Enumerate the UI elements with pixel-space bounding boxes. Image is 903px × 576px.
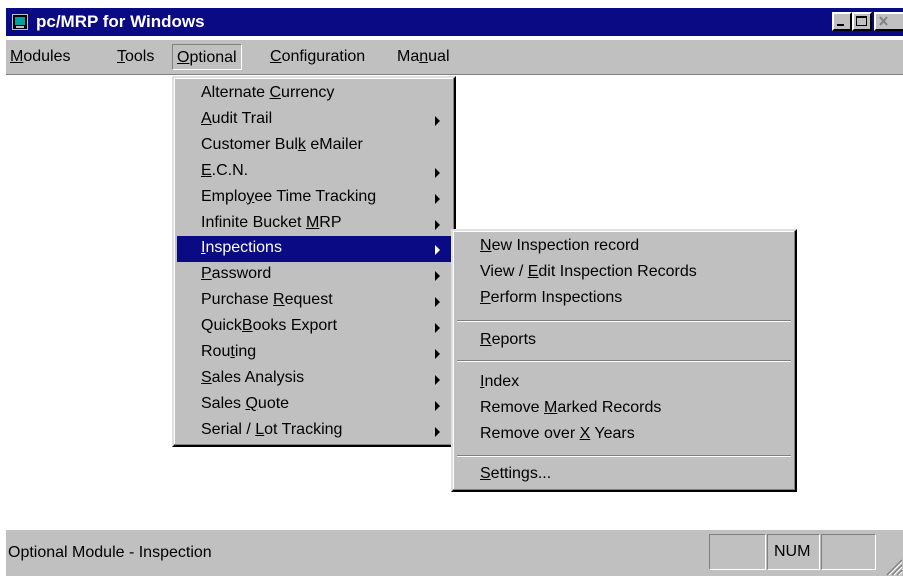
optional-menu-item[interactable]: Sales Quote bbox=[177, 392, 451, 418]
menu-item-label: Sales Quote bbox=[201, 394, 290, 412]
resize-grip-icon[interactable] bbox=[881, 554, 903, 576]
optional-menu-item[interactable]: Purchase Request bbox=[177, 288, 451, 314]
menu-item-label: Reports bbox=[480, 331, 537, 348]
menu-item-label: Employee Time Tracking bbox=[201, 187, 377, 205]
menu-modules[interactable]: Modules bbox=[10, 48, 70, 66]
status-text: Optional Module - Inspection bbox=[8, 544, 212, 561]
submenu-arrow-icon bbox=[435, 426, 440, 437]
menu-label: Manual bbox=[397, 48, 450, 65]
menu-item-label: New Inspection record bbox=[480, 237, 640, 254]
maximize-button[interactable] bbox=[852, 12, 872, 31]
menu-item-label: Perform Inspections bbox=[480, 289, 623, 306]
menu-optional[interactable]: Optional bbox=[172, 44, 242, 70]
inspections-submenu: New Inspection record View / Edit Inspect… bbox=[451, 229, 797, 492]
title-bar[interactable]: pc/MRP for Windows bbox=[6, 8, 903, 36]
menu-item-label: View / Edit Inspection Records bbox=[480, 263, 697, 280]
submenu-arrow-icon bbox=[435, 323, 440, 334]
minimize-button[interactable] bbox=[832, 12, 852, 31]
menu-item-label: Inspections bbox=[201, 239, 282, 257]
optional-menu-item[interactable]: Customer Bulk eMailer bbox=[177, 133, 451, 159]
menu-item-label: Remove Marked Records bbox=[480, 399, 662, 416]
submenu-arrow-icon bbox=[435, 193, 440, 204]
menu-item-label: Settings... bbox=[480, 465, 552, 482]
menu-item-label: Password bbox=[201, 265, 272, 283]
optional-menu-item[interactable]: Alternate Currency bbox=[177, 81, 451, 107]
submenu-arrow-icon bbox=[435, 349, 440, 359]
inspections-menu-item[interactable]: Remove over X Years bbox=[456, 422, 792, 448]
optional-menu-item[interactable]: Employee Time Tracking bbox=[177, 185, 451, 211]
menu-item-label: E.C.N. bbox=[201, 161, 249, 179]
inspections-menu-item[interactable]: Settings... bbox=[456, 462, 792, 488]
inspections-menu-item[interactable]: New Inspection record bbox=[456, 234, 792, 260]
menu-item-label: Alternate Currency bbox=[201, 84, 335, 101]
submenu-arrow-icon bbox=[435, 219, 440, 230]
inspections-menu-item[interactable]: Remove Marked Records bbox=[456, 396, 792, 422]
status-bar: Optional Module - Inspection NUM bbox=[6, 529, 903, 576]
optional-menu-item[interactable]: Password bbox=[177, 262, 451, 288]
menu-label: Optional bbox=[177, 49, 237, 66]
submenu-arrow-icon bbox=[435, 374, 440, 385]
close-button[interactable] bbox=[874, 12, 903, 31]
optional-menu-item[interactable]: Routing bbox=[177, 340, 451, 366]
submenu-arrow-icon bbox=[435, 115, 440, 126]
app-window: pc/MRP for Windows Modules Tools Optiona… bbox=[0, 0, 903, 576]
menu-tools[interactable]: Tools bbox=[117, 48, 154, 66]
menu-item-label: Index bbox=[480, 373, 520, 390]
menu-item-label: Remove over X Years bbox=[480, 425, 635, 442]
optional-menu-item[interactable]: Infinite Bucket MRP bbox=[177, 211, 451, 237]
maximize-icon bbox=[856, 16, 867, 26]
menu-manual[interactable]: Manual bbox=[397, 48, 450, 66]
app-icon[interactable] bbox=[12, 14, 28, 30]
menu-configuration[interactable]: Configuration bbox=[270, 48, 365, 66]
optional-menu-item[interactable]: E.C.N. bbox=[177, 159, 451, 185]
submenu-arrow-icon bbox=[435, 245, 440, 256]
menu-item-label: Serial / Lot Tracking bbox=[201, 420, 343, 438]
optional-menu-item[interactable]: QuickBooks Export bbox=[177, 314, 451, 340]
inspections-menu-item[interactable]: View / Edit Inspection Records bbox=[456, 260, 792, 286]
num-lock-indicator: NUM bbox=[774, 543, 811, 560]
menu-item-label: Sales Analysis bbox=[201, 368, 305, 386]
status-panel-caps bbox=[709, 534, 766, 570]
minimize-icon bbox=[837, 24, 844, 26]
inspections-menu-item[interactable]: Perform Inspections bbox=[456, 286, 792, 312]
optional-menu-item[interactable]: Sales Analysis bbox=[177, 366, 451, 392]
status-panel-scroll bbox=[821, 534, 876, 570]
inspections-menu-item[interactable]: Index bbox=[456, 370, 792, 396]
menu-separator bbox=[457, 360, 791, 362]
menu-label: Tools bbox=[117, 48, 155, 65]
menu-item-label: Routing bbox=[201, 343, 257, 360]
optional-menu-item[interactable]: Serial / Lot Tracking bbox=[177, 418, 451, 444]
menu-item-label: Audit Trail bbox=[201, 109, 273, 127]
window-title: pc/MRP for Windows bbox=[36, 12, 205, 31]
menu-separator bbox=[457, 320, 791, 322]
menu-label: Configuration bbox=[270, 48, 366, 65]
menu-item-label: Purchase Request bbox=[201, 291, 333, 309]
menu-separator bbox=[457, 455, 791, 457]
optional-menu-item[interactable]: Inspections bbox=[177, 236, 451, 263]
status-panel-num: NUM bbox=[767, 534, 820, 570]
inspections-menu-item[interactable]: Reports bbox=[456, 328, 792, 354]
submenu-arrow-icon bbox=[435, 167, 440, 178]
submenu-arrow-icon bbox=[435, 400, 440, 411]
optional-dropdown-menu: Alternate Currency Audit Trail Customer Bu… bbox=[172, 76, 456, 447]
menu-label: Modules bbox=[10, 48, 71, 65]
menu-item-label: QuickBooks Export bbox=[201, 317, 338, 335]
submenu-arrow-icon bbox=[435, 271, 440, 282]
menu-item-label: Infinite Bucket MRP bbox=[201, 213, 342, 231]
menu-bar: Modules Tools Optional Configuration Man… bbox=[6, 40, 903, 74]
close-icon bbox=[879, 16, 888, 26]
submenu-arrow-icon bbox=[435, 297, 440, 308]
optional-menu-item[interactable]: Audit Trail bbox=[177, 107, 451, 133]
menu-item-label: Customer Bulk eMailer bbox=[201, 135, 363, 153]
